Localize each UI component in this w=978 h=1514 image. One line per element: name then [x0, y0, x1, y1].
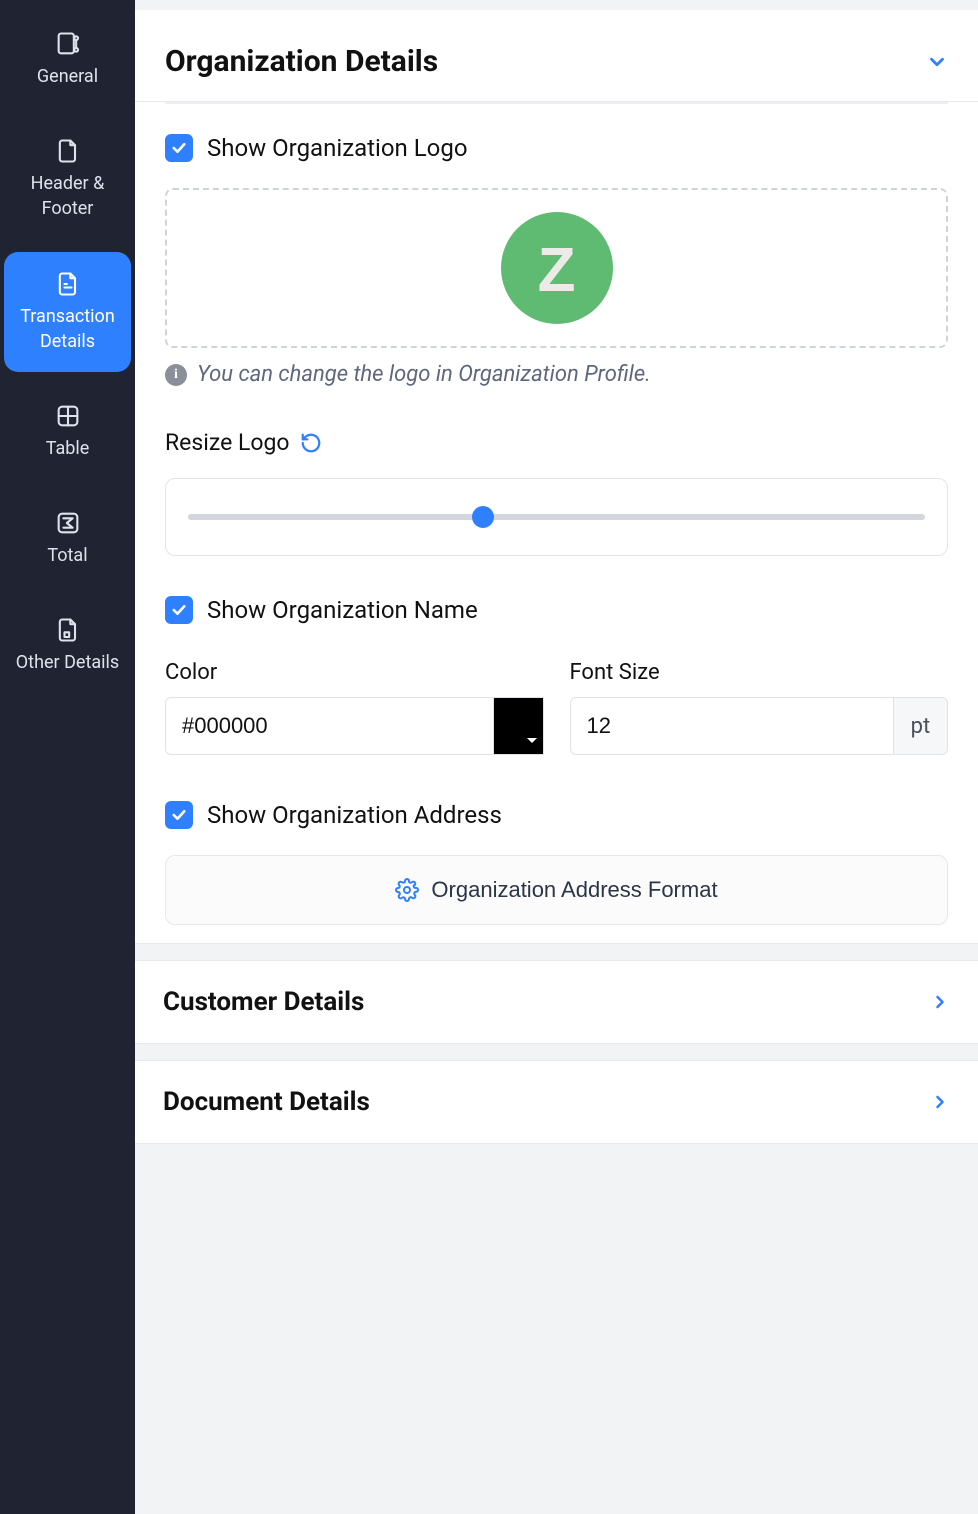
- sidebar-item-general[interactable]: General: [4, 12, 131, 107]
- divider: [165, 102, 948, 104]
- org-address-format-button[interactable]: Organization Address Format: [165, 855, 948, 925]
- logo-preview: Z: [165, 188, 948, 348]
- fontsize-field: Font Size pt: [570, 660, 949, 755]
- other-details-icon: [54, 616, 82, 644]
- customer-details-title: Customer Details: [163, 987, 364, 1017]
- document-details-section[interactable]: Document Details: [135, 1060, 978, 1144]
- organization-details-header[interactable]: Organization Details: [135, 10, 978, 101]
- document-icon: [54, 137, 82, 165]
- gear-icon: [395, 878, 419, 902]
- organization-logo: Z: [501, 212, 613, 324]
- fontsize-unit: pt: [894, 697, 948, 755]
- sidebar-item-label: Transaction Details: [14, 304, 121, 354]
- logo-letter: Z: [538, 235, 576, 306]
- sidebar-item-other-details[interactable]: Other Details: [4, 598, 131, 693]
- color-input[interactable]: [165, 697, 494, 755]
- info-icon: i: [165, 364, 187, 386]
- sidebar-item-label: Other Details: [16, 650, 119, 675]
- transaction-icon: [54, 270, 82, 298]
- show-org-address-label: Show Organization Address: [207, 801, 502, 829]
- general-icon: [54, 30, 82, 58]
- sidebar: General Header & Footer Transaction Deta…: [0, 0, 135, 1514]
- table-icon: [54, 402, 82, 430]
- check-icon: [170, 601, 188, 619]
- sidebar-item-label: Table: [46, 436, 90, 461]
- fontsize-label: Font Size: [570, 660, 949, 685]
- logo-hint-row: i You can change the logo in Organizatio…: [165, 362, 948, 387]
- sidebar-item-transaction-details[interactable]: Transaction Details: [4, 252, 131, 372]
- slider-handle[interactable]: [472, 506, 494, 528]
- sidebar-item-label: Header & Footer: [14, 171, 121, 221]
- resize-logo-slider[interactable]: [165, 478, 948, 556]
- show-org-logo-row: Show Organization Logo: [165, 134, 948, 162]
- resize-logo-block: Resize Logo: [165, 429, 948, 556]
- show-org-name-checkbox[interactable]: [165, 596, 193, 624]
- chevron-right-icon: [930, 992, 950, 1012]
- check-icon: [170, 806, 188, 824]
- show-org-address-checkbox[interactable]: [165, 801, 193, 829]
- chevron-right-icon: [930, 1092, 950, 1112]
- org-address-format-label: Organization Address Format: [431, 877, 717, 903]
- reset-icon[interactable]: [300, 432, 322, 454]
- show-org-logo-label: Show Organization Logo: [207, 134, 468, 162]
- color-swatch[interactable]: [494, 697, 544, 755]
- show-org-name-label: Show Organization Name: [207, 596, 478, 624]
- show-org-logo-checkbox[interactable]: [165, 134, 193, 162]
- chevron-down-icon: [926, 51, 948, 73]
- fontsize-input[interactable]: [570, 697, 894, 755]
- organization-details-section: Organization Details Show Organization L…: [135, 10, 978, 944]
- logo-hint-text: You can change the logo in Organization …: [197, 362, 651, 387]
- organization-details-title: Organization Details: [165, 44, 438, 79]
- customer-details-section[interactable]: Customer Details: [135, 960, 978, 1044]
- total-icon: [54, 509, 82, 537]
- color-field: Color: [165, 660, 544, 755]
- color-label: Color: [165, 660, 544, 685]
- show-org-address-row: Show Organization Address: [165, 801, 948, 829]
- sidebar-item-header-footer[interactable]: Header & Footer: [4, 119, 131, 239]
- sidebar-item-label: Total: [47, 543, 87, 568]
- sidebar-item-label: General: [37, 64, 98, 89]
- sidebar-item-total[interactable]: Total: [4, 491, 131, 586]
- document-details-title: Document Details: [163, 1087, 370, 1117]
- check-icon: [170, 139, 188, 157]
- resize-logo-label: Resize Logo: [165, 429, 290, 456]
- sidebar-item-table[interactable]: Table: [4, 384, 131, 479]
- main-content: Organization Details Show Organization L…: [135, 0, 978, 1514]
- show-org-name-row: Show Organization Name: [165, 596, 948, 624]
